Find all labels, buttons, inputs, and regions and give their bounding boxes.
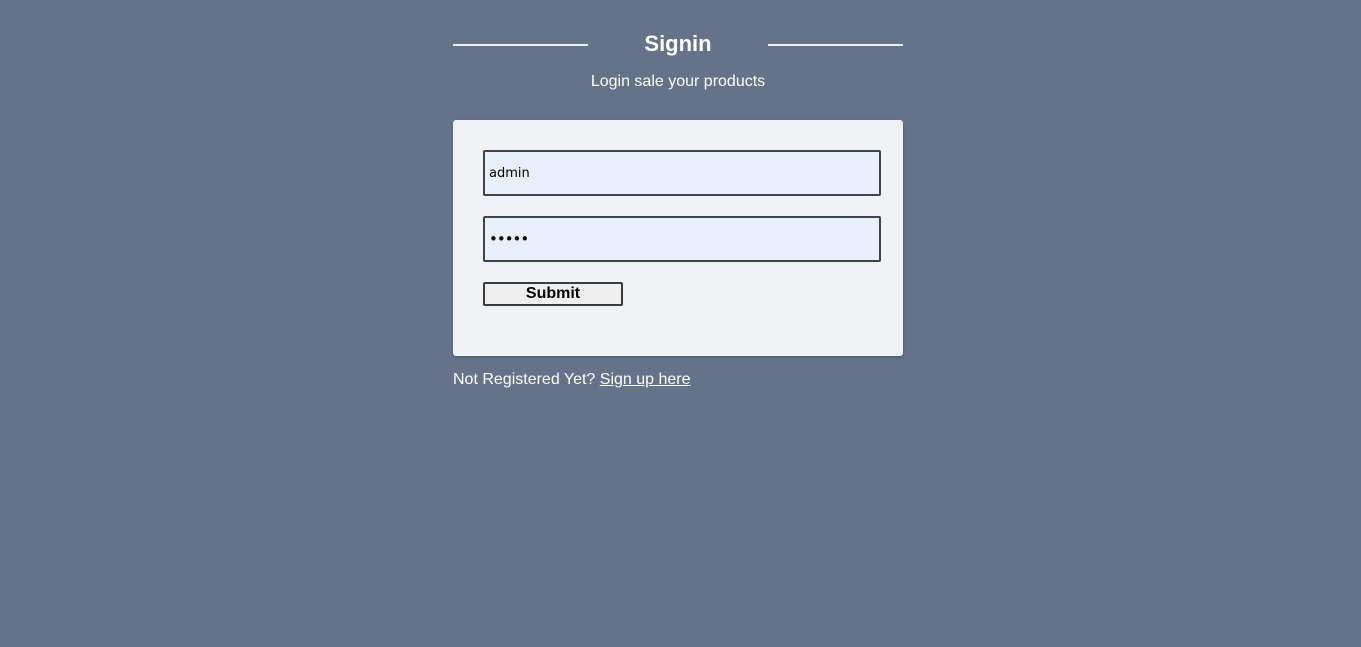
signin-form-card: Submit: [453, 120, 903, 356]
signup-prompt-text: Not Registered Yet?: [453, 371, 596, 388]
password-input[interactable]: [483, 216, 881, 262]
title-row: Signin: [453, 28, 903, 62]
page-subtitle: Login sale your products: [590, 73, 766, 90]
signup-prompt: Not Registered Yet? Sign up here: [453, 370, 691, 390]
signup-link[interactable]: Sign up here: [600, 371, 691, 388]
username-input[interactable]: [483, 150, 881, 196]
title-divider-right: [768, 44, 903, 46]
submit-button[interactable]: Submit: [483, 282, 623, 306]
